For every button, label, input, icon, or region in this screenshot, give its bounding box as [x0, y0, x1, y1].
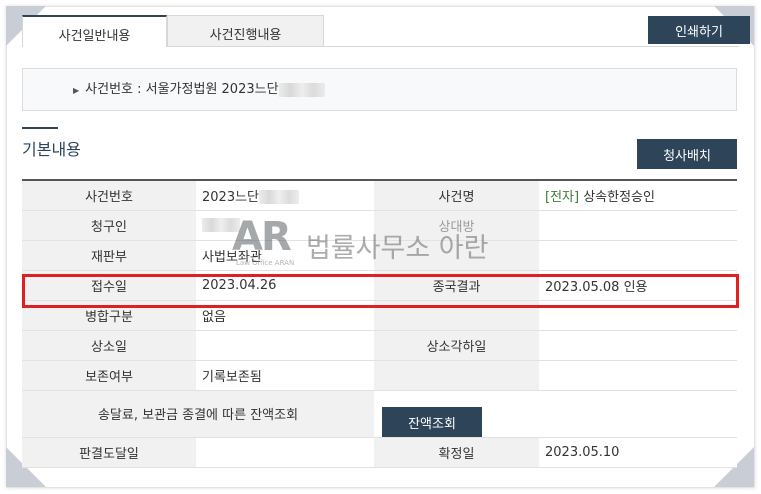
- header-cell: 병합구분: [22, 300, 196, 331]
- value-cell: [196, 437, 374, 468]
- table-row: 병합구분 없음: [22, 300, 737, 331]
- header-cell: 청구인: [22, 210, 196, 241]
- case-info-table: 사건번호 2023느단 사건명 [전자] 상속한정승인 청구인 상대방 재판부 …: [22, 179, 737, 468]
- value-cell: [539, 360, 737, 391]
- section-accent-line: [22, 127, 58, 129]
- tab-general[interactable]: 사건일반내용: [22, 15, 167, 47]
- table-row: 사건번호 2023느단 사건명 [전자] 상속한정승인: [22, 180, 737, 211]
- case-number-box: ▶ 사건번호 : 서울가정법원 2023느단: [22, 68, 737, 111]
- table-row: 판결도달일 확정일 2023.05.10: [22, 437, 737, 468]
- watermark-subtitle: Law Office ARAN: [236, 259, 295, 267]
- balance-inquiry-label: 송달료, 보관금 종결에 따른 잔액조회: [22, 390, 374, 438]
- header-cell: 사건명: [374, 180, 539, 211]
- value-cell: [539, 240, 737, 271]
- table-row: 상소일 상소각하일: [22, 330, 737, 361]
- header-cell: 보존여부: [22, 360, 196, 391]
- redacted-block: [278, 82, 325, 97]
- balance-inquiry-button[interactable]: 잔액조회: [382, 407, 482, 437]
- case-number-label: 사건번호 : 서울가정법원 2023느단: [85, 82, 279, 97]
- tab-divider: [167, 46, 739, 47]
- bullet-arrow-icon: ▶: [73, 86, 80, 95]
- table-row: 보존여부 기록보존됨: [22, 360, 737, 391]
- value-cell: [539, 330, 737, 361]
- table-row: 송달료, 보관금 종결에 따른 잔액조회: [22, 390, 737, 438]
- header-cell: [374, 300, 539, 331]
- case-number-value: 2023느단: [202, 189, 260, 205]
- header-cell: 상소각하일: [374, 330, 539, 361]
- tab-progress[interactable]: 사건진행내용: [167, 15, 324, 47]
- final-result-value: 2023.05.08 인용: [539, 270, 737, 301]
- header-cell: 상소일: [22, 330, 196, 361]
- header-cell: 재판부: [22, 240, 196, 271]
- header-cell: [374, 360, 539, 391]
- section-title: 기본내용: [22, 140, 81, 159]
- value-cell: [전자] 상속한정승인: [539, 180, 737, 211]
- redacted-block: [259, 190, 300, 205]
- header-cell: 사건번호: [22, 180, 196, 211]
- value-cell: 없음: [196, 300, 374, 331]
- header-cell: 판결도달일: [22, 437, 196, 468]
- header-cell: 확정일: [374, 437, 539, 468]
- case-name-value: 상속한정승인: [583, 189, 655, 205]
- header-cell: 접수일: [22, 270, 196, 301]
- value-cell: [539, 300, 737, 331]
- print-button[interactable]: 인쇄하기: [648, 16, 750, 44]
- received-date-value: 2023.04.26: [196, 270, 374, 301]
- watermark-logo: AR: [232, 214, 292, 260]
- value-cell: 기록보존됨: [196, 360, 374, 391]
- value-cell: [196, 330, 374, 361]
- confirmed-date-value: 2023.05.10: [539, 437, 737, 468]
- value-cell: [539, 210, 737, 241]
- court-layout-button[interactable]: 청사배치: [637, 139, 737, 169]
- electronic-tag: [전자]: [545, 189, 580, 205]
- watermark-text: 법률사무소 아란: [306, 233, 489, 264]
- header-cell: 종국결과: [374, 270, 539, 301]
- tab-bar: 사건일반내용 사건진행내용: [22, 15, 324, 47]
- value-cell: 2023느단: [196, 180, 374, 211]
- table-row: 접수일 2023.04.26 종국결과 2023.05.08 인용: [22, 270, 737, 301]
